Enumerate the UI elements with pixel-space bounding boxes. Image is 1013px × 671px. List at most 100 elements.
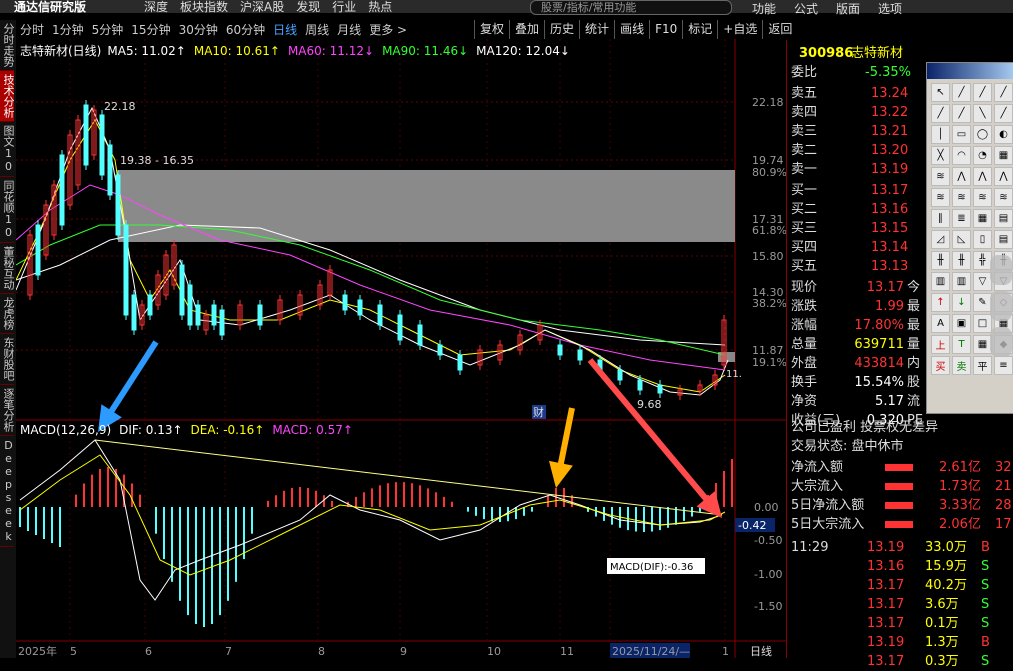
draw-tool-20[interactable]: ≋: [931, 188, 950, 207]
period-tab-9[interactable]: 更多 >: [365, 21, 411, 38]
draw-tool-22[interactable]: ≋: [973, 188, 992, 207]
draw-tool-19[interactable]: ⋀: [994, 167, 1013, 186]
period-tab-7[interactable]: 周线: [301, 21, 333, 38]
left-tab-2[interactable]: 图文10: [0, 122, 15, 177]
flow-label-2: 5日净流入额: [791, 498, 865, 513]
search-input[interactable]: 股票/指标/常用功能: [530, 0, 732, 15]
draw-tool-30[interactable]: ▯: [973, 230, 992, 249]
draw-tool-23[interactable]: ≋: [994, 188, 1013, 207]
menu-item-function[interactable]: 功能: [752, 0, 776, 16]
flow-extra-0: 32: [995, 460, 1012, 475]
left-tab-7[interactable]: 逐笔分析: [0, 385, 15, 436]
candle-body-21: [195, 304, 201, 326]
menu-item-hot[interactable]: 热点: [368, 0, 392, 15]
fib-zone: [118, 170, 735, 242]
draw-tool-49[interactable]: T: [952, 335, 971, 354]
draw-tool-13[interactable]: ◠: [952, 146, 971, 165]
draw-tool-0[interactable]: ↖: [931, 83, 950, 102]
draw-tool-4[interactable]: ╱: [931, 104, 950, 123]
tool-button-2[interactable]: 历史: [544, 20, 579, 39]
draw-tool-27[interactable]: ▤: [994, 209, 1013, 228]
float-button-3[interactable]: [990, 327, 1012, 357]
draw-tool-31[interactable]: ▤: [994, 230, 1013, 249]
draw-tool-11[interactable]: ◐: [994, 125, 1013, 144]
tool-button-3[interactable]: 统计: [579, 20, 614, 39]
draw-tool-8[interactable]: │: [931, 125, 950, 144]
draw-tool-45[interactable]: ▣: [952, 314, 971, 333]
left-tab-1[interactable]: 技术分析: [0, 71, 15, 122]
draw-tool-12[interactable]: ╳: [931, 146, 950, 165]
left-tab-8[interactable]: Deepseek: [0, 436, 15, 547]
draw-tool-44[interactable]: A: [931, 314, 950, 333]
menu-item-industry[interactable]: 行业: [332, 0, 356, 15]
draw-tool-25[interactable]: ≣: [952, 209, 971, 228]
float-button-2[interactable]: [990, 291, 1012, 321]
draw-tool-1[interactable]: ╱: [952, 83, 971, 102]
period-tab-1[interactable]: 1分钟: [48, 21, 88, 38]
period-tab-3[interactable]: 15分钟: [127, 21, 174, 38]
left-tab-3[interactable]: 同花顺10: [0, 177, 15, 243]
period-tab-2[interactable]: 5分钟: [88, 21, 128, 38]
period-tab-0[interactable]: 分时: [16, 21, 48, 38]
menu-item-options[interactable]: 选项: [878, 0, 902, 16]
draw-tool-33[interactable]: ╫: [952, 251, 971, 270]
draw-tool-3[interactable]: ╱: [994, 83, 1013, 102]
candle-body-12: [123, 224, 129, 316]
tool-button-5[interactable]: F10: [649, 20, 682, 39]
draw-tool-24[interactable]: ∥: [931, 209, 950, 228]
draw-tool-48[interactable]: 上: [931, 335, 950, 354]
draw-tool-29[interactable]: ◺: [952, 230, 971, 249]
draw-tool-53[interactable]: 卖: [952, 356, 971, 375]
draw-tool-26[interactable]: ▦: [973, 209, 992, 228]
palette-title-bar[interactable]: [927, 63, 1013, 79]
left-tab-0[interactable]: 分时走势: [0, 20, 15, 71]
menu-item-sector[interactable]: 板块指数: [180, 0, 228, 15]
menu-item-shsz[interactable]: 沪深A股: [240, 0, 284, 15]
date-label-0: 2025年: [18, 644, 57, 658]
float-button-1[interactable]: [990, 255, 1012, 285]
draw-tool-17[interactable]: ⋀: [952, 167, 971, 186]
left-tab-5[interactable]: 龙虎榜: [0, 294, 15, 334]
draw-tool-41[interactable]: ↓: [952, 293, 971, 312]
draw-tool-28[interactable]: ◿: [931, 230, 950, 249]
draw-tool-32[interactable]: ╫: [931, 251, 950, 270]
tool-button-8[interactable]: 返回: [762, 20, 797, 39]
left-tab-6[interactable]: 东财股吧: [0, 334, 15, 385]
draw-tool-6[interactable]: ╲: [973, 104, 992, 123]
draw-tool-9[interactable]: ▭: [952, 125, 971, 144]
left-tab-4[interactable]: 董秘互动: [0, 243, 15, 294]
draw-tool-37[interactable]: ▥: [952, 272, 971, 291]
tool-button-1[interactable]: 叠加: [509, 20, 544, 39]
menu-item-layout[interactable]: 版面: [836, 0, 860, 16]
draw-tool-18[interactable]: ⋀: [973, 167, 992, 186]
macd-tick-1: -0.50: [754, 534, 782, 547]
menu-item-depth[interactable]: 深度: [144, 0, 168, 15]
draw-tool-36[interactable]: ▥: [931, 272, 950, 291]
draw-tool-10[interactable]: ◯: [973, 125, 992, 144]
draw-tool-7[interactable]: ╱: [994, 104, 1013, 123]
menu-item-discover[interactable]: 发现: [296, 0, 320, 15]
draw-tool-5[interactable]: ╱: [952, 104, 971, 123]
draw-tool-16[interactable]: ≋: [931, 167, 950, 186]
period-tab-6[interactable]: 日线: [269, 21, 301, 38]
menu-item-formula[interactable]: 公式: [794, 0, 818, 16]
period-tab-5[interactable]: 60分钟: [222, 21, 269, 38]
tool-button-7[interactable]: +自选: [717, 20, 762, 39]
ma-legend-0: MA5: 11.02↑: [107, 44, 186, 58]
draw-tool-40[interactable]: ↑: [931, 293, 950, 312]
period-tab-4[interactable]: 30分钟: [175, 21, 222, 38]
tool-button-6[interactable]: 标记: [682, 20, 717, 39]
tool-button-0[interactable]: 复权: [474, 20, 509, 39]
draw-tool-2[interactable]: ╱: [973, 83, 992, 102]
draw-tool-15[interactable]: ▦: [994, 146, 1013, 165]
draw-tool-14[interactable]: ◔: [973, 146, 992, 165]
stat-value-4: 433814: [854, 356, 904, 371]
tool-button-4[interactable]: 画线: [614, 20, 649, 39]
period-tab-8[interactable]: 月线: [333, 21, 365, 38]
draw-tool-52[interactable]: 买: [931, 356, 950, 375]
date-label-7: 11: [560, 645, 574, 658]
macd-tick-2: -1.00: [754, 568, 782, 581]
kline-chart[interactable]: 22.1819.7480.9%17.3161.8%15.8014.3038.2%…: [16, 39, 786, 658]
status-text: 交易状态: 盘中休市: [791, 439, 904, 454]
draw-tool-21[interactable]: ≋: [952, 188, 971, 207]
